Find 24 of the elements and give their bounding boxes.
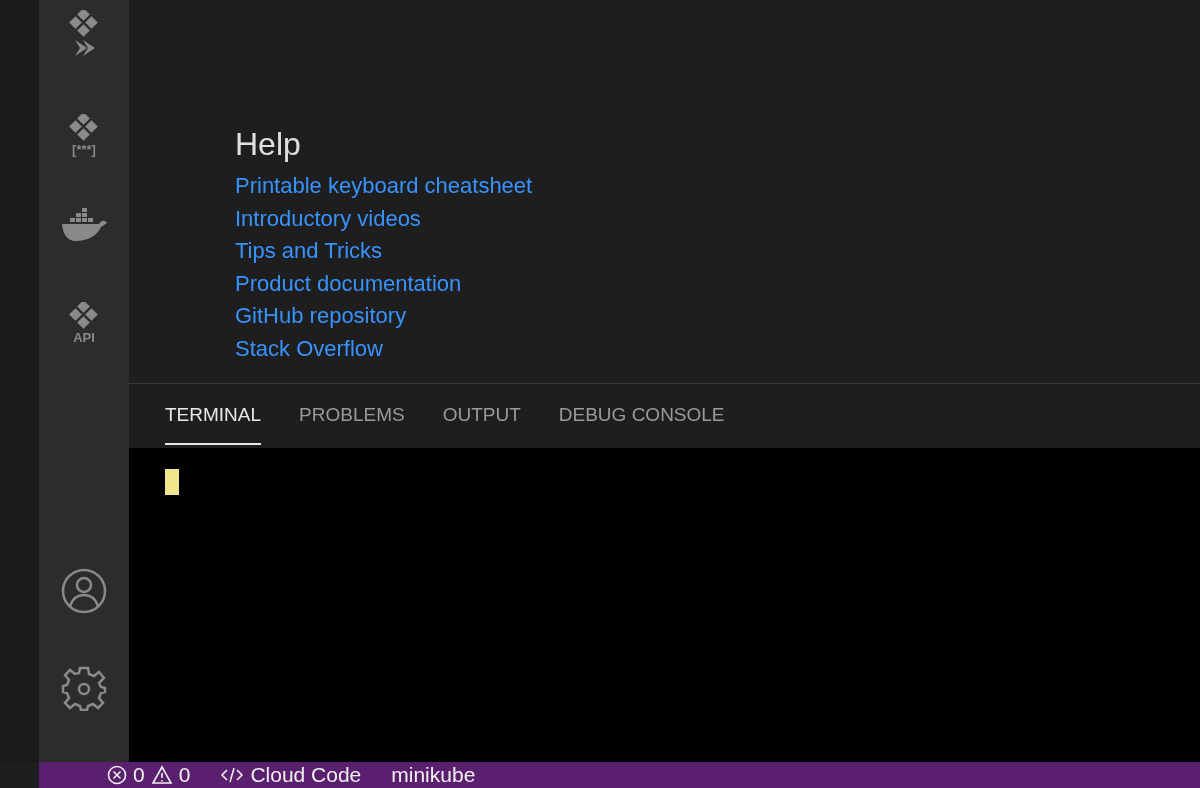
- help-link[interactable]: GitHub repository: [235, 300, 407, 333]
- panel-tab[interactable]: PROBLEMS: [299, 387, 405, 445]
- status-item[interactable]: Cloud Code: [250, 762, 362, 788]
- help-link[interactable]: Stack Overflow: [235, 332, 383, 365]
- icon-caption: [***]: [72, 143, 96, 156]
- help-link[interactable]: Tips and Tricks: [235, 235, 383, 268]
- status-item[interactable]: minikube: [391, 762, 476, 788]
- warning-count[interactable]: 0: [178, 762, 191, 788]
- panel-tab[interactable]: TERMINAL: [165, 387, 262, 445]
- error-count[interactable]: 0: [133, 762, 145, 788]
- account-icon[interactable]: [61, 568, 107, 614]
- help-link[interactable]: Product documentation: [235, 267, 462, 300]
- panel-tab[interactable]: DEBUG CONSOLE: [558, 387, 725, 445]
- code-icon: [220, 766, 245, 784]
- icon-caption: API: [73, 331, 95, 344]
- panel-tab[interactable]: OUTPUT: [442, 387, 521, 445]
- whale-icon[interactable]: [61, 208, 107, 242]
- help-link[interactable]: Introductory videos: [235, 202, 421, 235]
- error-icon: [107, 765, 127, 785]
- help-link[interactable]: Printable keyboard cheatsheet: [235, 170, 533, 203]
- warning-icon: [150, 765, 173, 785]
- settings-icon[interactable]: [61, 665, 107, 711]
- help-heading: Help: [235, 128, 302, 160]
- terminal-cursor: [165, 469, 179, 495]
